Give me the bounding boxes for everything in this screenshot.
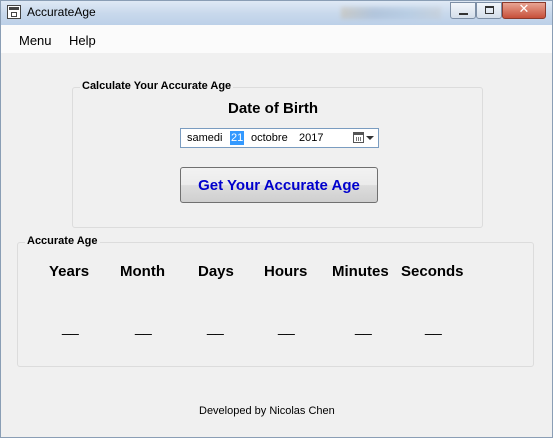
header-seconds: Seconds — [401, 263, 464, 280]
menu-bar: Menu Help — [1, 25, 552, 53]
calendar-icon[interactable] — [353, 132, 364, 143]
menu-item-help[interactable]: Help — [69, 33, 96, 48]
accurate-age-groupbox: Accurate Age — [17, 235, 534, 367]
maximize-button[interactable] — [476, 2, 502, 19]
blurred-taskbar-icons — [341, 7, 441, 19]
header-days: Days — [198, 263, 234, 280]
date-of-birth-label: Date of Birth — [228, 100, 318, 117]
minimize-button[interactable] — [450, 2, 476, 19]
minimize-icon — [459, 13, 468, 15]
groupbox-title: Accurate Age — [25, 235, 100, 247]
window-title: AccurateAge — [27, 5, 96, 19]
value-hours: __ — [278, 319, 295, 336]
groupbox-title: Calculate Your Accurate Age — [80, 80, 234, 92]
header-hours: Hours — [264, 263, 308, 280]
title-bar[interactable]: AccurateAge ✕ — [1, 1, 552, 25]
date-day-name[interactable]: samedi — [187, 132, 222, 144]
app-window-icon[interactable] — [7, 5, 21, 19]
menu-item-menu[interactable]: Menu — [19, 33, 52, 48]
value-years: __ — [62, 319, 79, 336]
value-seconds: __ — [425, 319, 442, 336]
get-accurate-age-button[interactable]: Get Your Accurate Age — [180, 167, 378, 203]
date-year[interactable]: 2017 — [299, 132, 323, 144]
value-days: __ — [207, 319, 224, 336]
close-button[interactable]: ✕ — [502, 2, 546, 19]
header-minutes: Minutes — [332, 263, 389, 280]
value-minutes: __ — [355, 319, 372, 336]
header-years: Years — [49, 263, 90, 280]
developer-credit: Developed by Nicolas Chen — [199, 405, 335, 417]
date-day-number[interactable]: 21 — [230, 131, 245, 145]
chevron-down-icon[interactable] — [366, 136, 374, 140]
close-icon: ✕ — [518, 2, 530, 17]
app-window: AccurateAge ✕ Menu Help Calculate Your A… — [0, 0, 553, 438]
date-of-birth-picker[interactable]: samedi 21 octobre 2017 — [180, 128, 379, 148]
date-month[interactable]: octobre — [251, 132, 288, 144]
maximize-icon — [485, 6, 494, 14]
value-month: __ — [135, 319, 152, 336]
header-month: Month — [120, 263, 165, 280]
